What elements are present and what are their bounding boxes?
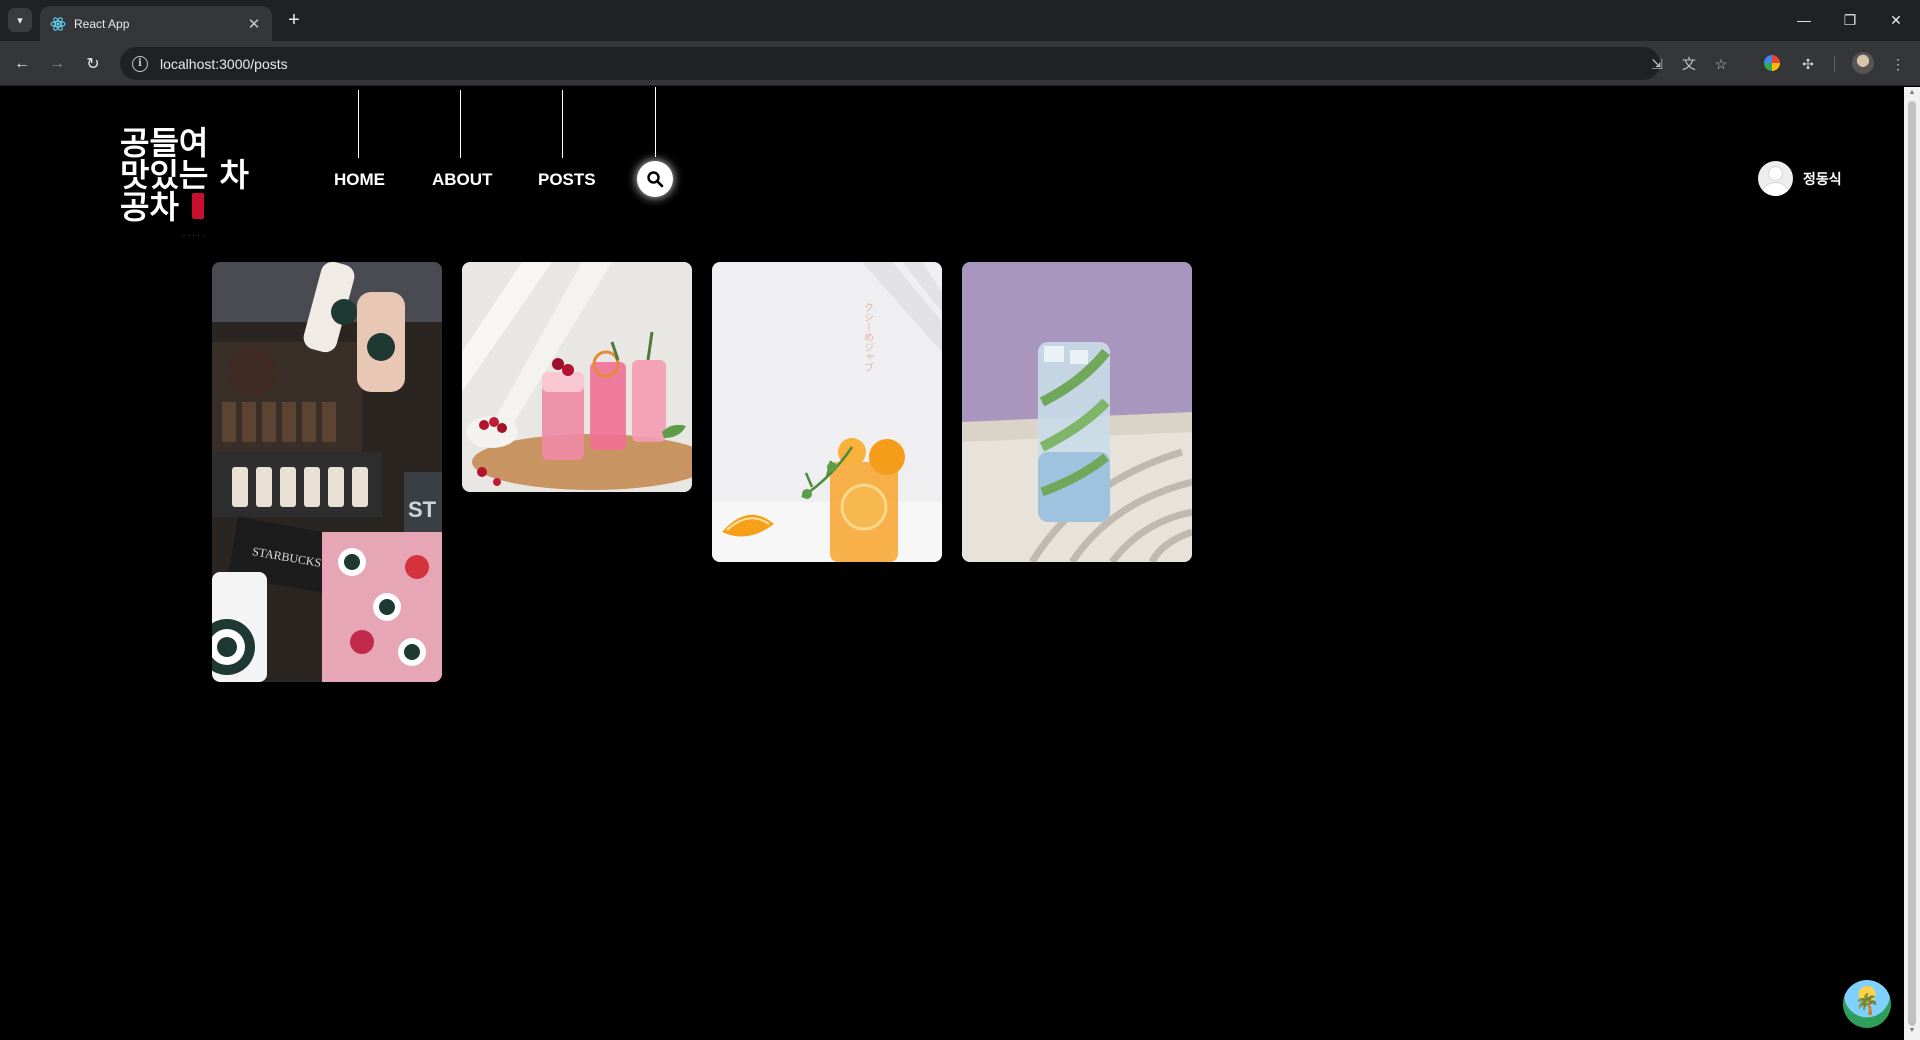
nav-hanging-line xyxy=(358,90,359,158)
nav-hanging-line xyxy=(655,87,656,157)
puzzle-icon[interactable]: ✣ xyxy=(1798,54,1818,74)
post-image-berry-drinks xyxy=(462,262,692,492)
nav-about[interactable]: ABOUT xyxy=(432,170,492,190)
arrow-left-icon: ← xyxy=(14,55,30,72)
forward-button[interactable]: → xyxy=(44,51,70,77)
info-icon[interactable]: i xyxy=(132,55,148,72)
minimize-button[interactable]: — xyxy=(1788,8,1820,32)
browser-tab[interactable]: React App ✕ xyxy=(40,6,272,41)
user-avatar xyxy=(1758,161,1793,196)
nav-home[interactable]: HOME xyxy=(334,170,385,190)
address-bar[interactable]: i localhost:3000/posts xyxy=(120,47,1660,80)
search-button[interactable] xyxy=(637,161,673,197)
scroll-up-icon[interactable]: ▲ xyxy=(1908,89,1916,96)
color-extension-icon[interactable] xyxy=(1764,55,1780,71)
floating-action-button[interactable]: 🌴 xyxy=(1843,980,1891,1028)
star-icon[interactable]: ☆ xyxy=(1711,54,1731,74)
post-card[interactable]: クシーめジャブ xyxy=(712,262,942,562)
url-text[interactable]: localhost:3000/posts xyxy=(160,56,288,72)
profile-avatar[interactable] xyxy=(1852,52,1874,74)
page-viewport: 공들여 맛있는 차 공차 · · · · · HOME ABOUT POSTS … xyxy=(0,87,1904,1040)
react-logo-icon xyxy=(50,16,66,31)
post-image-cucumber-soda xyxy=(962,262,1192,562)
kebab-menu-icon[interactable]: ⋮ xyxy=(1888,54,1908,74)
tab-search-button[interactable]: ▾ xyxy=(8,8,32,32)
browser-tabstrip: ▾ React App ✕ + — ❐ ✕ xyxy=(0,0,1920,41)
post-image-starbucks: ST STARBUCKS xyxy=(212,262,442,682)
new-tab-button[interactable]: + xyxy=(282,8,306,32)
logo-line: 공들여 xyxy=(120,124,209,162)
palm-tree-icon: 🌴 xyxy=(1854,993,1880,1016)
logo-line: 맛있는 차 xyxy=(120,156,249,194)
post-card[interactable] xyxy=(462,262,692,492)
scrollbar-thumb[interactable] xyxy=(1908,101,1916,1026)
toolbar-divider xyxy=(1834,56,1835,72)
nav-hanging-line xyxy=(460,90,461,158)
logo-seal-caption-icon: · · · · · xyxy=(183,233,205,240)
post-image-orange-ade: クシーめジャブ xyxy=(712,262,942,562)
chevron-down-icon: ▾ xyxy=(17,14,23,27)
arrow-right-icon: → xyxy=(49,55,65,72)
page-scrollbar[interactable]: ▲ ▼ xyxy=(1904,87,1920,1040)
close-icon: ✕ xyxy=(1890,11,1902,28)
minimize-icon: — xyxy=(1797,12,1811,28)
user-profile[interactable]: 정동식 xyxy=(1758,161,1842,196)
restore-icon: ❐ xyxy=(1843,11,1857,28)
search-icon xyxy=(647,171,664,188)
restore-button[interactable]: ❐ xyxy=(1834,8,1866,32)
nav-hanging-line xyxy=(562,90,563,158)
translate-icon[interactable]: 文 xyxy=(1679,54,1699,74)
close-icon[interactable]: ✕ xyxy=(246,15,262,33)
card-vertical-text: クシーめジャブ xyxy=(862,302,874,372)
install-app-icon[interactable]: ⇲ xyxy=(1647,54,1667,74)
post-card[interactable]: ST STARBUCKS xyxy=(212,262,442,682)
nav-posts[interactable]: POSTS xyxy=(538,170,596,190)
user-name: 정동식 xyxy=(1803,171,1842,188)
logo-line: 공차 xyxy=(120,188,179,226)
scroll-down-icon[interactable]: ▼ xyxy=(1908,1027,1916,1034)
reload-button[interactable]: ↻ xyxy=(80,51,106,77)
close-window-button[interactable]: ✕ xyxy=(1880,8,1912,32)
post-card[interactable] xyxy=(962,262,1192,562)
reload-icon: ↻ xyxy=(86,56,100,73)
logo-seal-icon xyxy=(192,193,204,219)
browser-toolbar: ← → ↻ i localhost:3000/posts ⇲ 文 ☆ ✣ ⋮ xyxy=(0,41,1920,86)
tab-title: React App xyxy=(74,16,130,31)
plus-icon: + xyxy=(288,8,300,31)
site-logo[interactable]: 공들여 맛있는 차 공차 · · · · · xyxy=(120,124,249,240)
svg-text:ST: ST xyxy=(408,497,437,522)
back-button[interactable]: ← xyxy=(9,51,35,77)
